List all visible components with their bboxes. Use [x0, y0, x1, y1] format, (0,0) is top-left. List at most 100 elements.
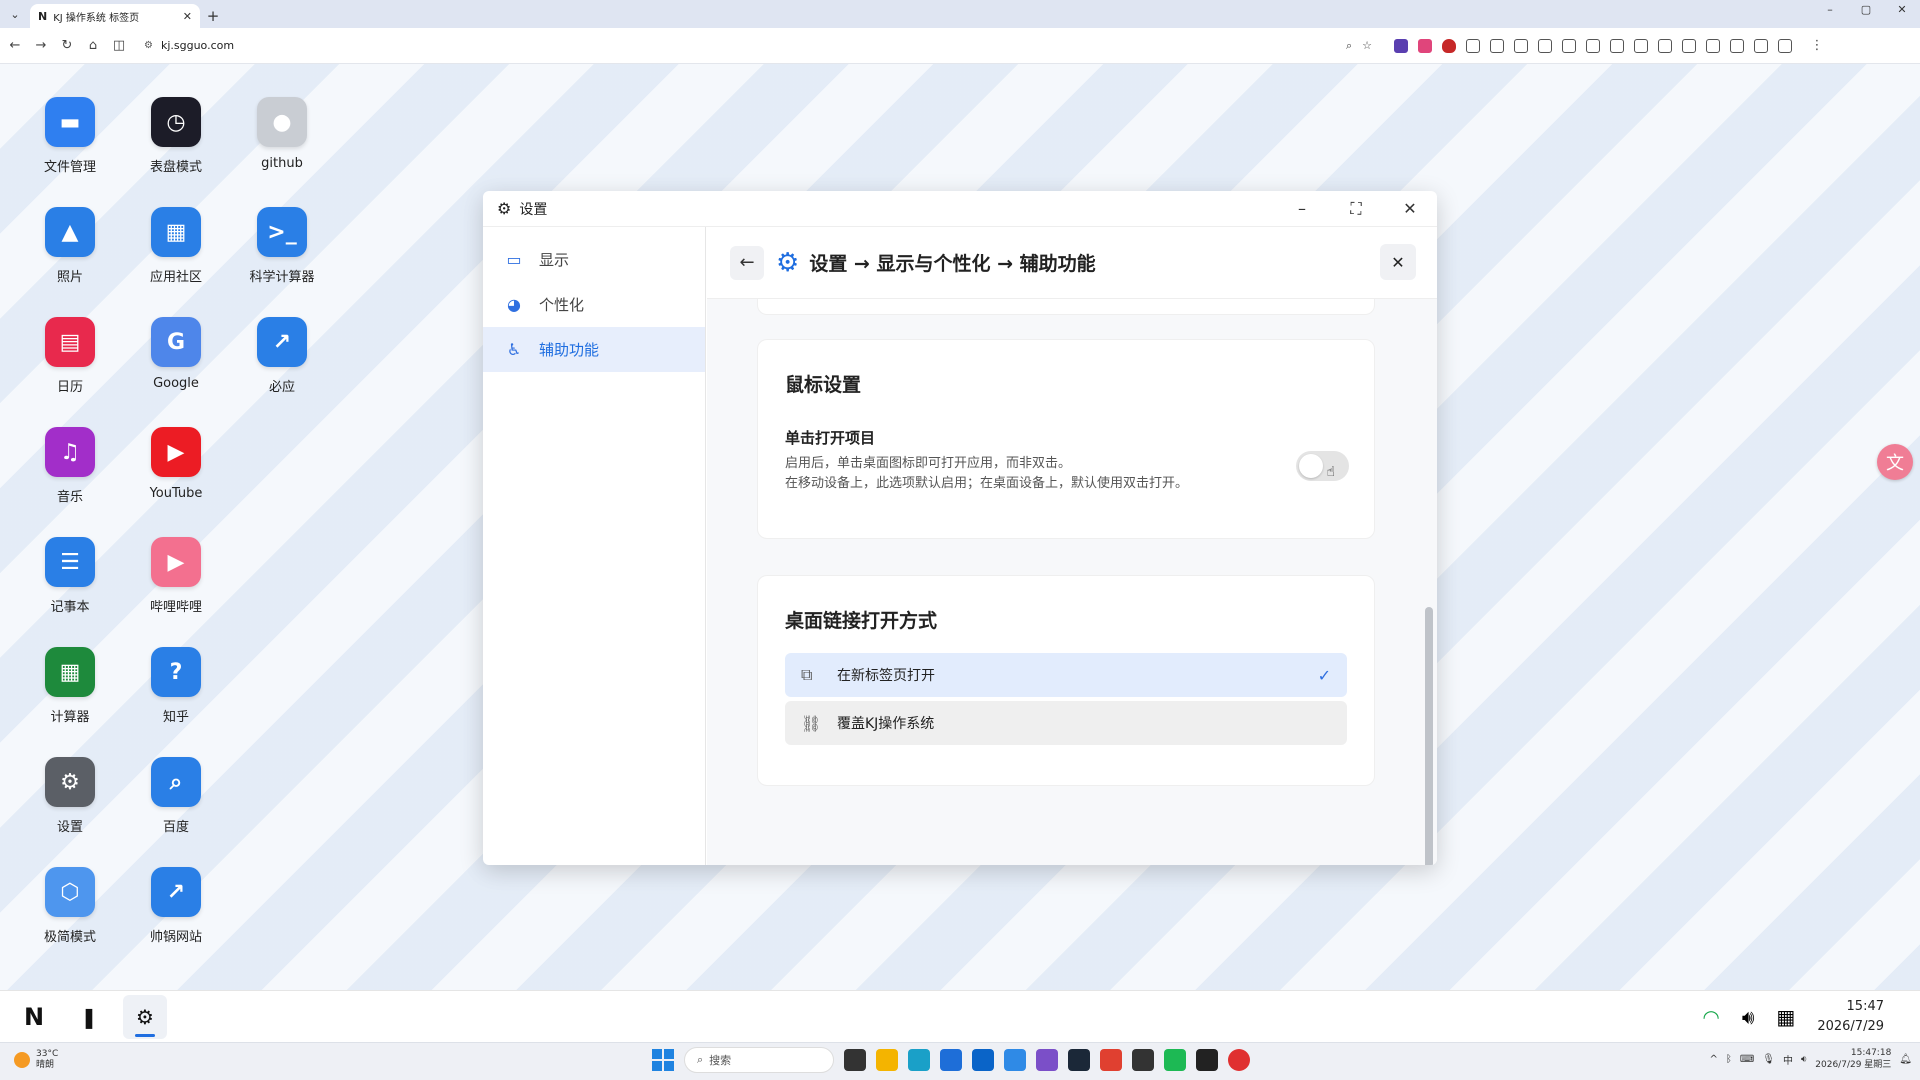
reader-icon[interactable]	[1490, 38, 1504, 53]
desktop-app-youtube[interactable]: ▶ YouTube	[126, 427, 226, 501]
qq-icon[interactable]	[1228, 1049, 1250, 1071]
store-taskbar-icon[interactable]	[940, 1049, 962, 1071]
sidebar-tool-icon[interactable]	[1610, 38, 1624, 53]
desktop-app-music[interactable]: ♫ 音乐	[20, 427, 120, 505]
tray-chevron-icon[interactable]: ^	[1709, 1054, 1717, 1065]
split-view-icon[interactable]: ◫	[108, 38, 130, 53]
settings-close-button[interactable]: ✕	[1383, 191, 1437, 227]
more-menu-icon[interactable]: ⋮	[1806, 38, 1828, 53]
terminal-taskbar-icon[interactable]	[1164, 1049, 1186, 1071]
steam-icon[interactable]	[1068, 1049, 1090, 1071]
speaker-icon[interactable]: 🔉︎	[1801, 1054, 1807, 1065]
extension-2-icon[interactable]	[1418, 38, 1432, 53]
table-icon[interactable]	[1634, 38, 1648, 53]
settings-scrollbar[interactable]	[1425, 607, 1433, 865]
maximize-button[interactable]: ▢	[1848, 0, 1884, 22]
shield-extension-icon[interactable]	[1442, 38, 1456, 53]
settings-content: ← ⚙ 设置 → 显示与个性化 → 辅助功能 ✕ 鼠标设置 单击打开项目 启用后…	[707, 227, 1437, 865]
new-tab-button[interactable]: +	[200, 4, 226, 28]
bluetooth-icon[interactable]: ᛒ	[1726, 1054, 1732, 1065]
zhihu-icon: ?	[151, 647, 201, 697]
close-panel-button[interactable]: ✕	[1380, 244, 1416, 280]
trash-icon[interactable]	[1730, 38, 1744, 53]
keyboard-icon[interactable]: ⌨	[1740, 1054, 1754, 1065]
print-icon[interactable]	[1514, 38, 1528, 53]
file-explorer-icon[interactable]	[876, 1049, 898, 1071]
desktop-app-github[interactable]: ● github	[232, 97, 332, 171]
link-icon[interactable]	[1586, 38, 1600, 53]
kj-logo-icon[interactable]: N	[12, 995, 56, 1039]
start-windows-icon[interactable]	[652, 1049, 674, 1071]
open-new-tab-option[interactable]: ⧉ 在新标签页打开 ✓	[785, 653, 1347, 697]
extension-1-icon[interactable]	[1394, 38, 1408, 53]
notification-bell-icon[interactable]: 🔔︎	[1899, 1054, 1912, 1065]
minimize-button[interactable]: –	[1812, 0, 1848, 22]
desktop-app-cube[interactable]: ⬡ 极简模式	[20, 867, 120, 945]
desktop-app-terminal[interactable]: >_ 科学计算器	[232, 207, 332, 285]
vpn-icon[interactable]	[1682, 38, 1696, 53]
code-icon[interactable]	[1658, 38, 1672, 53]
site-info-icon[interactable]: ⚙	[144, 40, 153, 51]
desktop-app-notepad[interactable]: ☰ 记事本	[20, 537, 120, 615]
overlay-os-option[interactable]: ⛓ 覆盖KJ操作系统	[785, 701, 1347, 745]
desktop-app-calendar[interactable]: ▤ 日历	[20, 317, 120, 395]
desktop-app-calculator[interactable]: ▦ 计算器	[20, 647, 120, 725]
favorites-icon[interactable]	[1706, 38, 1720, 53]
single-click-toggle[interactable]	[1296, 451, 1349, 481]
puzzle-extension-icon[interactable]	[1466, 38, 1480, 53]
settings-dock-icon[interactable]: ⚙	[123, 995, 167, 1039]
volume-icon[interactable]: 🔊︎	[1742, 1005, 1755, 1029]
tab-close-icon[interactable]: ✕	[183, 10, 192, 23]
weather-widget[interactable]: 33°C 晴朗	[14, 1049, 58, 1071]
external-link-icon: ⧉	[801, 665, 813, 684]
sidebar-item-personalization[interactable]: ◕ 个性化	[483, 282, 705, 327]
desktop-app-store[interactable]: ▦ 应用社区	[126, 207, 226, 285]
forward-arrow-icon[interactable]: →	[30, 38, 52, 53]
translate-tool-icon[interactable]	[1538, 38, 1552, 53]
desktop-app-bilibili[interactable]: ▶ 哔哩哔哩	[126, 537, 226, 615]
bookmark-star-icon[interactable]: ☆	[1362, 39, 1372, 53]
sync-icon[interactable]	[1778, 38, 1792, 53]
desktop-app-external-link[interactable]: ↗ 必应	[232, 317, 332, 395]
browser-tab[interactable]: N KJ 操作系统 标签页 ✕	[30, 4, 200, 28]
tab-list-chevron-icon[interactable]: ⌄	[0, 0, 30, 28]
app2-taskbar-icon[interactable]	[1132, 1049, 1154, 1071]
desktop-app-external-link[interactable]: ↗ 帅锅网站	[126, 867, 226, 945]
translate-float-icon[interactable]: 文	[1877, 444, 1913, 480]
desktop-app-zhihu[interactable]: ? 知乎	[126, 647, 226, 725]
mic-icon[interactable]: 🎙︎	[1762, 1054, 1775, 1065]
app3-taskbar-icon[interactable]	[1196, 1049, 1218, 1071]
sidebar-item-display[interactable]: ▭ 显示	[483, 237, 705, 282]
zoom-icon[interactable]: ⌕	[1346, 39, 1352, 53]
address-bar[interactable]: ⚙ kj.sgguo.com ⌕ ☆	[144, 33, 1384, 59]
visual-studio-icon[interactable]	[1036, 1049, 1058, 1071]
sidebar-item-accessibility[interactable]: ♿ 辅助功能	[483, 327, 705, 372]
close-window-button[interactable]: ✕	[1884, 0, 1920, 22]
home-icon[interactable]: ⌂	[82, 38, 104, 53]
edge-icon[interactable]	[908, 1049, 930, 1071]
wifi-icon[interactable]: ◠	[1702, 1005, 1719, 1029]
settings-minimize-button[interactable]: –	[1275, 191, 1329, 227]
app-taskbar-icon[interactable]	[1004, 1049, 1026, 1071]
desktop-app-settings[interactable]: ⚙ 设置	[20, 757, 120, 835]
download-icon[interactable]	[1754, 38, 1768, 53]
taskbar-search[interactable]: ⌕ 搜索	[684, 1047, 834, 1073]
bookmark-icon[interactable]: ❚	[67, 995, 111, 1039]
back-button[interactable]: ←	[730, 245, 764, 280]
task-view-icon[interactable]	[844, 1049, 866, 1071]
ime-icon[interactable]: 中	[1783, 1052, 1793, 1067]
outlook-icon[interactable]	[972, 1049, 994, 1071]
desktop-app-photos[interactable]: ▲ 照片	[20, 207, 120, 285]
breadcrumb: 设置 → 显示与个性化 → 辅助功能	[809, 253, 1096, 275]
desktop-app-google[interactable]: G Google	[126, 317, 226, 391]
grid-icon[interactable]: ▦	[1776, 1005, 1795, 1029]
tray-clock[interactable]: 15:47:18 2026/7/29 星期三	[1815, 1047, 1891, 1071]
qr-icon[interactable]	[1562, 38, 1576, 53]
chrome-icon[interactable]	[1100, 1049, 1122, 1071]
reload-icon[interactable]: ↻	[56, 38, 78, 53]
back-arrow-icon[interactable]: ←	[4, 38, 26, 53]
desktop-app-folder[interactable]: ▬ 文件管理	[20, 97, 120, 175]
desktop-app-search[interactable]: ⌕ 百度	[126, 757, 226, 835]
desktop-app-clock[interactable]: ◷ 表盘模式	[126, 97, 226, 175]
settings-fullscreen-button[interactable]: ⛶	[1329, 191, 1383, 227]
